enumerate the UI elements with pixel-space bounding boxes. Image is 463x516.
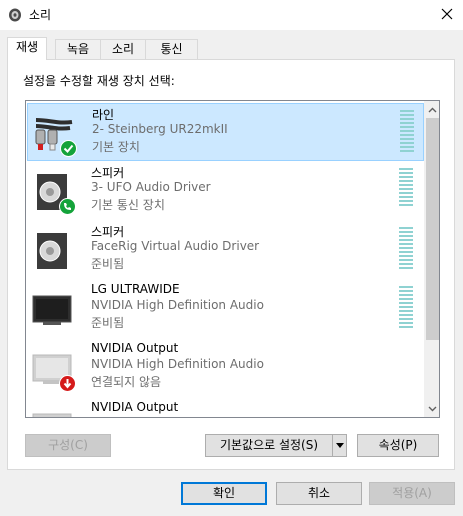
chevron-down-icon (428, 406, 437, 411)
phone-badge-icon (59, 198, 76, 215)
volume-level-meter (399, 286, 413, 328)
set-default-label: 기본값으로 설정(S) (219, 438, 319, 452)
tab-communications[interactable]: 통신 (145, 39, 198, 59)
device-status: 연결되지 않음 (91, 375, 162, 389)
device-name: LG ULTRAWIDE (91, 282, 180, 296)
device-name: NVIDIA Output (91, 400, 179, 414)
playback-panel: 설정을 수정할 재생 장치 선택: 라인 2- Steinberg UR22mk… (7, 59, 455, 470)
device-status: 기본 통신 장치 (91, 198, 165, 212)
device-name: 라인 (92, 108, 115, 122)
speaker-icon (37, 233, 67, 269)
device-list-scrollbar[interactable] (424, 101, 439, 417)
tab-playback[interactable]: 재생 (7, 37, 47, 60)
tab-recording[interactable]: 녹음 (55, 39, 101, 59)
device-name: 스피커 (91, 166, 125, 180)
ok-button[interactable]: 확인 (181, 482, 267, 505)
scroll-down-button[interactable] (424, 400, 439, 417)
down-arrow-badge-icon (59, 375, 76, 392)
device-driver: 3- UFO Audio Driver (91, 180, 211, 194)
device-driver: NVIDIA High Definition Audio (91, 357, 264, 371)
device-status: 준비됨 (91, 316, 125, 330)
volume-level-meter (399, 168, 413, 206)
speaker-icon (9, 8, 21, 22)
monitor-icon (32, 295, 72, 325)
volume-level-meter (400, 110, 414, 152)
configure-button[interactable]: 구성(C) (25, 434, 111, 457)
tab-sounds[interactable]: 소리 (100, 39, 146, 59)
apply-button[interactable]: 적용(A) (369, 482, 455, 505)
device-name: NVIDIA Output (91, 341, 179, 355)
device-item-line[interactable]: 라인 2- Steinberg UR22mkII 기본 장치 (27, 103, 424, 161)
device-driver: FaceRig Virtual Audio Driver (91, 239, 260, 253)
set-default-dropdown[interactable] (332, 435, 346, 456)
device-driver: 2- Steinberg UR22mkII (92, 122, 228, 136)
dialog-body: 재생 녹음 소리 통신 설정을 수정할 재생 장치 선택: 라인 2- Stei… (0, 30, 463, 516)
device-name: 스피커 (91, 225, 125, 239)
title-bar: 소리 (0, 0, 463, 30)
device-list[interactable]: 라인 2- Steinberg UR22mkII 기본 장치 스피커 3- UF… (25, 100, 440, 418)
window-title: 소리 (29, 8, 52, 22)
volume-level-meter (399, 227, 413, 269)
device-item-nvidia-output-1[interactable]: NVIDIA Output NVIDIA High Definition Aud… (27, 339, 424, 397)
close-icon (441, 8, 452, 20)
scroll-thumb[interactable] (426, 118, 439, 340)
device-status: 준비됨 (91, 257, 125, 271)
chevron-up-icon (428, 107, 437, 112)
device-item-nvidia-output-2[interactable]: NVIDIA Output (27, 398, 424, 417)
set-default-button[interactable]: 기본값으로 설정(S) (205, 434, 347, 457)
device-item-lg-ultrawide[interactable]: LG ULTRAWIDE NVIDIA High Definition Audi… (27, 280, 424, 338)
tab-label: 재생 (15, 40, 39, 54)
panel-instruction: 설정을 수정할 재생 장치 선택: (23, 74, 175, 88)
properties-button[interactable]: 속성(P) (357, 434, 439, 457)
caret-down-icon (335, 443, 344, 448)
monitor-icon (32, 413, 72, 417)
device-status: 기본 장치 (92, 140, 140, 154)
cancel-button[interactable]: 취소 (276, 482, 362, 505)
device-item-speaker-ufo[interactable]: 스피커 3- UFO Audio Driver 기본 통신 장치 (27, 162, 424, 220)
tab-label: 소리 (111, 42, 135, 56)
device-driver: NVIDIA High Definition Audio (91, 298, 264, 312)
tab-label: 통신 (160, 42, 183, 56)
tab-label: 녹음 (66, 42, 90, 56)
check-badge-icon (60, 140, 77, 157)
close-button[interactable] (430, 0, 463, 28)
device-item-speaker-facerig[interactable]: 스피커 FaceRig Virtual Audio Driver 준비됨 (27, 221, 424, 279)
scroll-up-button[interactable] (424, 101, 439, 118)
